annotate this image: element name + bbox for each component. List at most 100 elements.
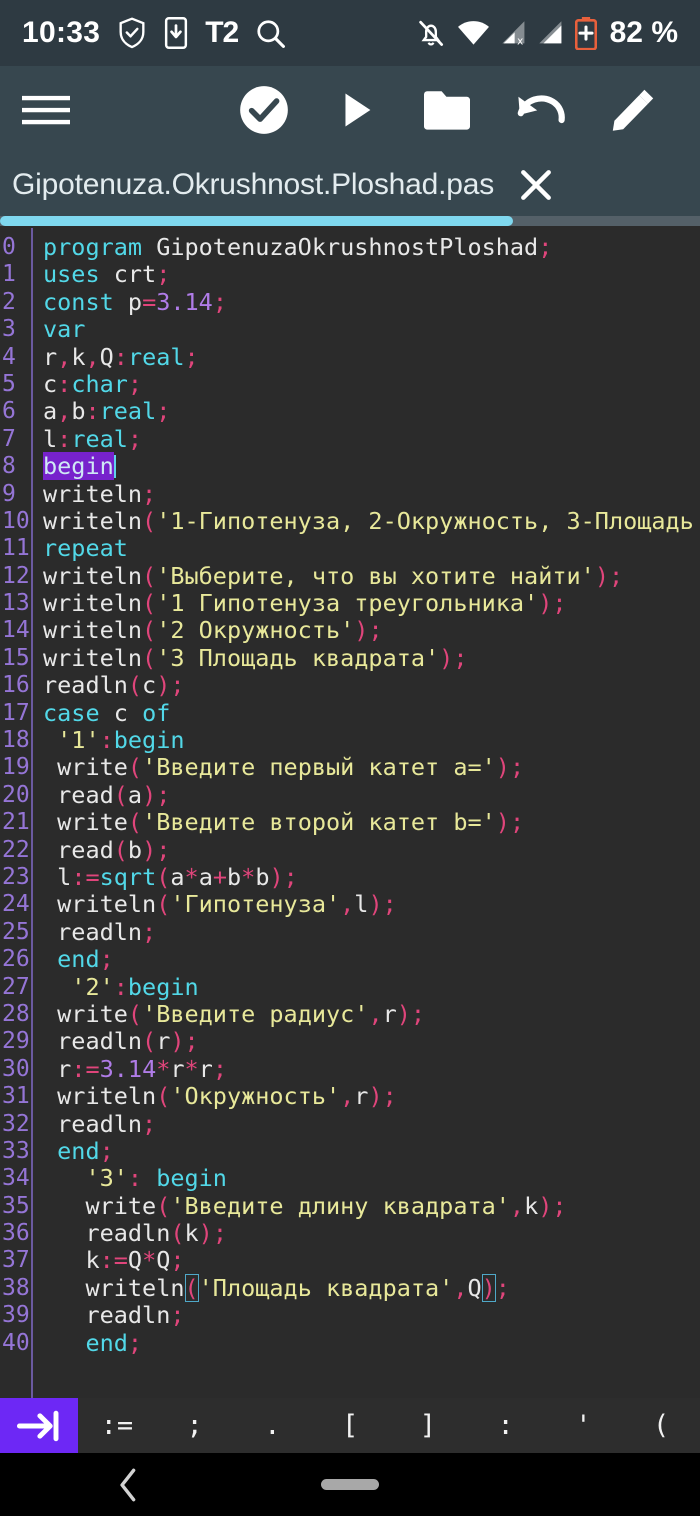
line-number-gutter: 0 1 2 3 4 5 6 7 8 9 10 11 12 13 14 15 16 17 18 19 20 21 22 23 24… [0,228,33,1398]
code-line[interactable]: a,b:real; [43,398,700,425]
code-line[interactable]: end; [43,945,700,973]
line-number: 39 [2,1302,30,1329]
code-line[interactable]: write('Введите первый катет a='); [43,754,700,781]
code-line[interactable]: write('Введите второй катет b='); [43,809,700,836]
symbol-key[interactable]: . [234,1398,312,1453]
file-tab-label[interactable]: Gipotenuza.Okrushnost.Ploshad.pas [12,168,494,202]
code-line[interactable]: writeln('2 Окружность'); [43,617,700,644]
line-number: 24 [2,891,30,918]
code-line[interactable]: writeln('1 Гипотенуза треугольника'); [43,589,700,617]
file-tab-bar: Gipotenuza.Okrushnost.Ploshad.pas [0,154,700,216]
symbol-key[interactable]: ( [622,1398,700,1453]
line-number: 22 [2,836,30,863]
code-line[interactable]: '3': begin [43,1165,700,1192]
pencil-icon[interactable] [586,86,678,134]
code-line[interactable]: writeln('Окружность',r); [43,1082,700,1110]
line-number: 1 [2,261,16,288]
code-line[interactable]: read(b); [43,836,700,864]
line-number: 40 [2,1329,30,1356]
horizontal-scrollbar-thumb[interactable] [0,216,513,226]
code-content[interactable]: program GipotenuzaOkrushnostPloshad; uses… [33,228,700,1398]
line-number: 27 [2,973,30,1000]
code-line[interactable]: case c of [43,699,700,727]
code-line[interactable]: c:char; [43,370,700,398]
code-editor[interactable]: 0 1 2 3 4 5 6 7 8 9 10 11 12 13 14 15 16 17 18 19 20 21 22 23 24… [0,228,700,1398]
symbol-key[interactable]: ' [545,1398,623,1453]
symbol-key[interactable]: ] [389,1398,467,1453]
code-line[interactable]: writeln('Выберите, что вы хотите найти')… [43,562,700,590]
code-line[interactable]: write('Введите длину квадрата',k); [43,1192,700,1220]
line-number: 21 [2,809,30,836]
code-line[interactable]: writeln('3 Площадь квадрата'); [43,644,700,672]
code-line[interactable]: '2':begin [43,973,700,1001]
symbol-key[interactable]: [ [311,1398,389,1453]
search-icon[interactable] [255,18,286,49]
status-bar: 10:33 T2 x 82 % [0,0,700,66]
code-line[interactable]: write('Введите радиус',r); [43,1000,700,1028]
back-icon[interactable] [118,1468,140,1502]
play-icon[interactable] [310,87,402,133]
battery-charging-icon [574,16,597,50]
line-number: 23 [2,863,30,890]
wifi-icon [457,20,490,46]
code-line[interactable]: readln; [43,918,700,946]
horizontal-scrollbar-track[interactable] [0,216,700,226]
code-line[interactable]: begin [43,452,700,481]
code-line[interactable]: const p=3.14; [43,288,700,316]
home-pill-icon[interactable] [321,1479,379,1490]
code-line[interactable]: read(a); [43,781,700,809]
code-line[interactable]: writeln('Площадь квадрата',Q); [43,1273,700,1302]
code-line[interactable]: end; [43,1329,700,1357]
undo-icon[interactable] [494,88,586,132]
code-line[interactable]: k:=Q*Q; [43,1247,700,1274]
status-clock: 10:33 [22,16,101,49]
line-number: 29 [2,1028,30,1055]
line-number: 34 [2,1165,30,1192]
toolbar-actions [218,84,682,136]
phone-download-icon [164,17,188,49]
code-line[interactable]: writeln('Гипотенуза',l); [43,891,700,918]
status-bar-left: 10:33 T2 [22,16,286,50]
symbol-key[interactable]: ; [156,1398,234,1453]
code-line[interactable]: '1':begin [43,726,700,754]
signal-no-service-icon: x [501,20,527,48]
code-line[interactable]: writeln('1-Гипотенуза, 2-Окружность, 3-П… [43,507,700,535]
check-circle-icon[interactable] [218,84,310,136]
menu-icon[interactable] [22,93,70,127]
battery-percent-label: 82 % [609,16,678,49]
symbol-key[interactable]: : [467,1398,545,1453]
code-line[interactable]: l:real; [43,425,700,453]
code-line[interactable]: readln; [43,1302,700,1329]
line-number: 13 [2,590,30,617]
line-number: 3 [2,316,16,343]
close-icon[interactable] [516,165,556,205]
code-line[interactable]: readln(k); [43,1219,700,1247]
line-number: 38 [2,1274,30,1301]
folder-icon[interactable] [402,87,494,133]
line-number: 7 [2,425,16,452]
code-line[interactable]: program GipotenuzaOkrushnostPloshad; [43,233,700,261]
symbol-key[interactable]: := [78,1398,156,1453]
code-line[interactable]: end; [43,1137,700,1165]
line-number: 9 [2,480,16,507]
code-line[interactable]: readln; [43,1110,700,1138]
shield-check-icon [117,17,147,49]
text-caret [113,455,116,479]
tab-arrow-icon[interactable] [0,1398,78,1453]
line-number: 17 [2,699,30,726]
matching-paren: ) [481,1273,496,1302]
code-line[interactable]: r:=3.14*r*r; [43,1055,700,1083]
status-bar-right: x 82 % [416,16,678,50]
code-line[interactable]: var [43,315,700,343]
line-number: 20 [2,781,30,808]
code-line[interactable]: r,k,Q:real; [43,343,700,371]
code-line[interactable]: writeln; [43,480,700,508]
line-number: 2 [2,288,16,315]
code-line[interactable]: readln(c); [43,672,700,699]
code-line[interactable]: l:=sqrt(a*a+b*b); [43,863,700,891]
line-number: 4 [2,343,16,370]
code-line[interactable]: readln(r); [43,1028,700,1055]
code-line[interactable]: uses crt; [43,261,700,288]
selected-token[interactable]: begin [43,452,114,481]
code-line[interactable]: repeat [43,535,700,562]
